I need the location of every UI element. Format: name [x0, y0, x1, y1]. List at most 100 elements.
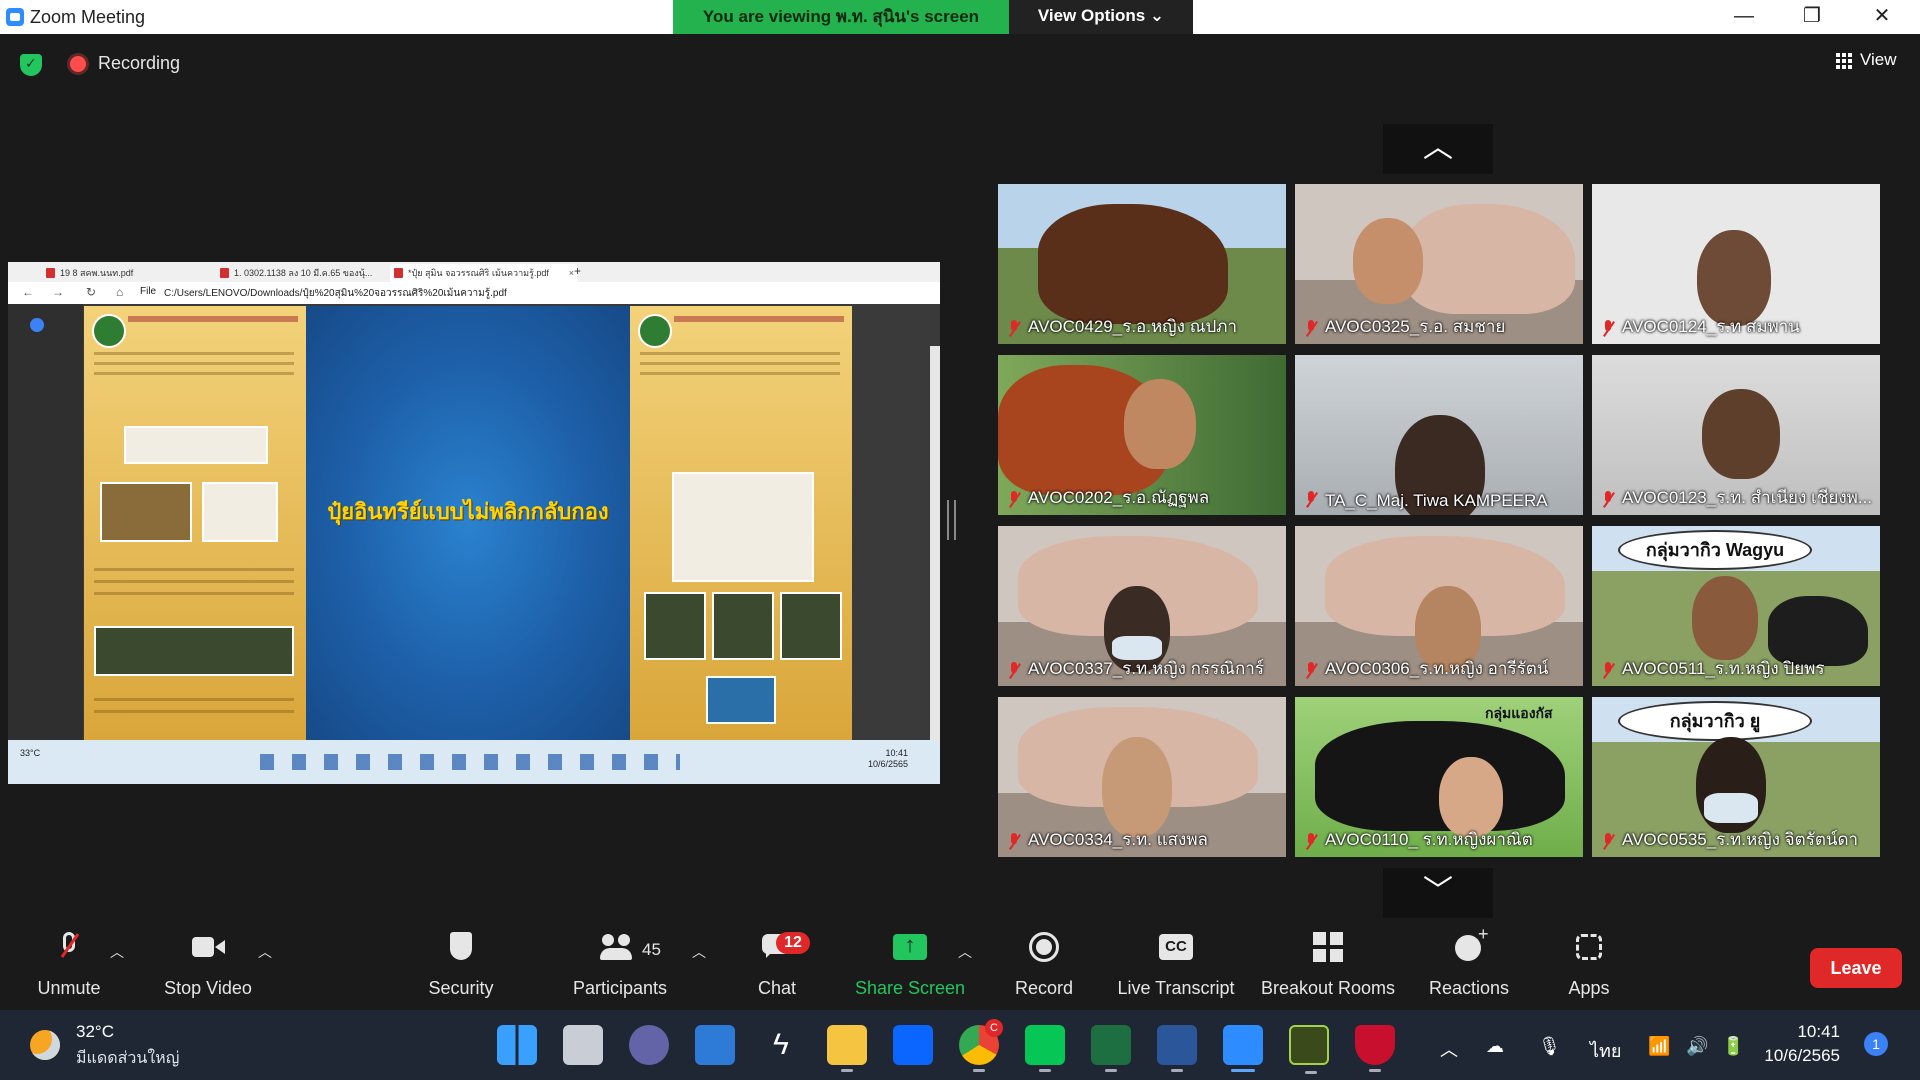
weather-temperature[interactable]: 32°C	[76, 1022, 114, 1042]
weather-condition[interactable]: มีแดดส่วนใหญ่	[76, 1046, 179, 1071]
gallery-page-down-button[interactable]: ﹀	[1383, 868, 1493, 918]
gallery-page-up-button[interactable]: ︿	[1383, 124, 1493, 174]
video-options-caret-icon[interactable]: ︿	[258, 942, 272, 962]
forward-icon[interactable]: →	[52, 285, 64, 299]
reactions-button[interactable]: Reactions	[1424, 920, 1514, 1010]
weather-icon[interactable]	[30, 1030, 60, 1060]
microphone-icon[interactable]: 🎙	[1538, 1036, 1561, 1057]
apps-button[interactable]: Apps	[1554, 920, 1624, 1010]
browser-tab[interactable]: 1. 0302.1138 ลง 10 มี.ค.65 ของนุ้... ×	[216, 264, 404, 282]
video-camera-icon	[191, 932, 225, 962]
zoom-taskbar-icon[interactable]	[1223, 1025, 1263, 1072]
chrome-icon[interactable]: C	[959, 1019, 1003, 1072]
browser-tab-active[interactable]: *ปุ๋ย สุมิน จอวรรณศิริ เม้นความรู้.pdf ×	[390, 264, 578, 282]
teams-chat-icon[interactable]	[629, 1025, 669, 1065]
text-line	[640, 372, 840, 375]
minimize-button[interactable]: —	[1714, 0, 1774, 34]
participant-tile[interactable]: AVOC0325_ร.อ. สมชาย	[1295, 184, 1583, 344]
viewing-banner: You are viewing พ.ท. สุนิน's screen	[673, 0, 1009, 34]
dreamweaver-icon[interactable]	[1289, 1025, 1329, 1074]
bookmark-icon[interactable]	[30, 318, 44, 332]
participant-tile[interactable]: TA_C_Maj. Tiwa KAMPEERA	[1295, 355, 1583, 515]
participant-tile[interactable]: กลุ่มวากิว ยู AVOC0535_ร.ท.หญิง จิตรัตน์…	[1592, 697, 1880, 857]
participants-button[interactable]: 45 Participants	[560, 920, 680, 1010]
encryption-shield-icon[interactable]	[20, 54, 42, 76]
participant-tile[interactable]: กลุ่มวากิว Wagyu AVOC0511_ร.ท.หญิง ปิยพร	[1592, 526, 1880, 686]
text-line	[94, 698, 294, 701]
browser-tab[interactable]: 19 8 สคพ.นนท.pdf ×	[42, 264, 230, 282]
view-options-button[interactable]: View Options ⌄	[1009, 0, 1193, 34]
line-icon[interactable]	[1025, 1025, 1065, 1072]
participant-count: 45	[642, 940, 661, 959]
participant-name: AVOC0306_ร.ท.หญิง อารีรัตน์	[1325, 659, 1549, 678]
participant-tile[interactable]: AVOC0123_ร.ท. สำเนียง เชียงพ...	[1592, 355, 1880, 515]
taskbar-clock-date[interactable]: 10/6/2565	[1740, 1046, 1840, 1066]
share-options-caret-icon[interactable]: ︿	[958, 942, 972, 962]
participant-tile[interactable]: AVOC0306_ร.ท.หญิง อารีรัตน์	[1295, 526, 1583, 686]
security-button[interactable]: Security	[418, 920, 504, 1010]
app-bolt-icon[interactable]: ϟ	[761, 1025, 801, 1065]
tab-label: 19 8 สคพ.นนท.pdf	[60, 268, 134, 278]
participants-caret-icon[interactable]: ︿	[692, 942, 706, 962]
wifi-icon[interactable]: 📶	[1648, 1036, 1670, 1057]
dropbox-icon[interactable]	[893, 1025, 933, 1065]
record-icon	[1027, 932, 1061, 962]
text-line	[94, 568, 294, 571]
recording-label[interactable]: Recording	[98, 53, 180, 74]
participant-name: AVOC0337_ร.ท.หญิง กรรณิการ์	[1028, 659, 1264, 678]
pdf-figure	[672, 472, 814, 582]
pdf-icon	[220, 268, 229, 278]
taskbar-clock-time[interactable]: 10:41	[1740, 1022, 1840, 1042]
unmute-button[interactable]: Unmute	[24, 920, 114, 1010]
mail-icon[interactable]	[695, 1025, 735, 1065]
new-tab-icon[interactable]: +	[574, 264, 581, 278]
close-button[interactable]: ✕	[1852, 0, 1912, 34]
notification-badge[interactable]: 1	[1864, 1032, 1888, 1056]
excel-icon[interactable]	[1091, 1025, 1131, 1072]
input-language[interactable]: ไทย	[1590, 1036, 1621, 1065]
pdf-page-right	[630, 306, 852, 740]
view-layout-button[interactable]: View	[1826, 46, 1906, 76]
participant-tile[interactable]: AVOC0337_ร.ท.หญิง กรรณิการ์	[998, 526, 1286, 686]
word-icon[interactable]	[1157, 1025, 1197, 1072]
participant-tile[interactable]: AVOC0334_ร.ท. แสงพล	[998, 697, 1286, 857]
stop-video-button[interactable]: Stop Video	[150, 920, 266, 1010]
leave-button[interactable]: Leave	[1810, 948, 1902, 988]
reload-icon[interactable]: ↻	[86, 285, 96, 299]
split-handle[interactable]	[947, 500, 956, 540]
text-line	[94, 592, 294, 595]
mcafee-icon[interactable]	[1355, 1025, 1395, 1072]
start-button[interactable]	[497, 1025, 537, 1065]
breakout-rooms-button[interactable]: Breakout Rooms	[1260, 920, 1396, 1010]
pdf-scrollbar[interactable]	[930, 346, 940, 782]
participant-tile[interactable]: AVOC0124_ร.ท สมพาน	[1592, 184, 1880, 344]
live-transcript-button[interactable]: Live Transcript	[1114, 920, 1238, 1010]
participant-name: AVOC0334_ร.ท. แสงพล	[1028, 830, 1208, 849]
onedrive-icon[interactable]: ☁	[1486, 1036, 1504, 1057]
share-screen-icon	[893, 932, 927, 962]
task-view-icon[interactable]	[563, 1025, 603, 1065]
home-icon[interactable]: ⌂	[116, 285, 123, 299]
participant-name: AVOC0123_ร.ท. สำเนียง เชียงพ...	[1622, 488, 1873, 507]
participant-tile[interactable]: AVOC0429_ร.อ.หญิง ณปภา	[998, 184, 1286, 344]
record-button[interactable]: Record	[1004, 920, 1084, 1010]
chat-button[interactable]: 12 Chat	[736, 920, 818, 1010]
shared-screen: 19 8 สคพ.นนท.pdf × 1. 0302.1138 ลง 10 มี…	[8, 262, 940, 784]
tray-overflow-icon[interactable]: ︿	[1440, 1036, 1458, 1062]
university-logo	[638, 314, 672, 348]
participant-tile[interactable]: กลุ่มแองกัส AVOC0110_ ร.ท.หญิงผาณิต	[1295, 697, 1583, 857]
wagyu-banner: กลุ่มวากิว ยู	[1618, 701, 1812, 741]
remote-taskbar: 33°C 10:41 10/6/2565	[8, 740, 940, 784]
share-screen-button[interactable]: Share Screen	[852, 920, 968, 1010]
shield-icon	[444, 932, 478, 962]
url-text[interactable]: C:/Users/LENOVO/Downloads/ปุ๋ย%20สุมิน%2…	[164, 286, 507, 301]
pdf-page-left	[84, 306, 306, 740]
pdf-photo	[780, 592, 842, 660]
audio-options-caret-icon[interactable]: ︿	[110, 942, 124, 962]
file-explorer-icon[interactable]	[827, 1025, 867, 1072]
participant-tile[interactable]: AVOC0202_ร.อ.ณัฏฐพล	[998, 355, 1286, 515]
volume-icon[interactable]: 🔊	[1686, 1036, 1708, 1057]
maximize-button[interactable]: ❐	[1782, 0, 1842, 34]
participant-name: AVOC0202_ร.อ.ณัฏฐพล	[1028, 488, 1210, 507]
back-icon[interactable]: ←	[22, 285, 34, 299]
